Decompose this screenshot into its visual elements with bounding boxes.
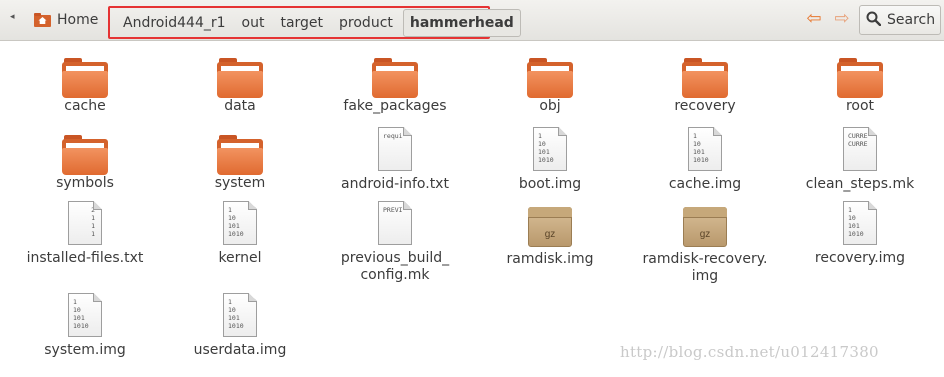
left-arrow-icon[interactable]: ⇦ [804, 9, 824, 29]
binary-file-icon: 1 10 101 1010 [843, 201, 877, 245]
breadcrumb-item[interactable]: product [331, 13, 401, 33]
file-item[interactable]: fake_packages [320, 54, 470, 134]
file-name: system.img [44, 342, 126, 358]
right-arrow-icon[interactable]: ⇨ [832, 9, 852, 29]
watermark: http://blog.csdn.net/u012417380 [620, 343, 879, 361]
file-name: data [224, 98, 256, 114]
file-item[interactable]: PREVI previous_build_ config.mk [320, 201, 470, 285]
file-name: recovery [674, 98, 736, 114]
file-item[interactable]: data [165, 54, 315, 134]
search-icon [866, 11, 882, 30]
breadcrumb-current[interactable]: hammerhead [402, 8, 521, 37]
breadcrumb-item[interactable]: target [272, 13, 331, 33]
path-scroll-left-icon[interactable]: ◂ [10, 12, 15, 22]
file-item[interactable]: symbols [10, 131, 160, 211]
file-name: android-info.txt [341, 176, 449, 192]
breadcrumb-home[interactable]: Home [34, 8, 98, 32]
file-item[interactable]: 2 1 1 1 installed-files.txt [10, 201, 160, 285]
file-name: boot.img [518, 176, 582, 192]
breadcrumb-home-label: Home [57, 12, 99, 28]
file-name: previous_build_ config.mk [340, 250, 450, 283]
file-name: fake_packages [343, 98, 447, 114]
text-file-icon: CURRE CURRE [843, 127, 877, 171]
text-file-icon: requi [378, 127, 412, 171]
file-name: ramdisk.img [506, 251, 594, 267]
file-name: obj [539, 98, 561, 114]
breadcrumb: Android444_r1 out target product hammerh… [108, 6, 521, 39]
folder-icon [837, 58, 883, 98]
binary-file-icon: 1 10 101 1010 [68, 293, 102, 337]
text-file-icon: PREVI [378, 201, 412, 245]
binary-file-icon: 1 10 101 1010 [223, 201, 257, 245]
binary-file-icon: 1 10 101 1010 [223, 293, 257, 337]
file-name: cache.img [668, 176, 742, 192]
file-item[interactable]: requi android-info.txt [320, 127, 470, 211]
file-item[interactable]: 1 10 101 1010 boot.img [475, 127, 625, 211]
file-item[interactable]: gz ramdisk.img [475, 205, 625, 285]
search-label: Search [887, 12, 936, 28]
toolbar: ◂ Home Android444_r1 out target product … [0, 0, 944, 41]
file-name: ramdisk-recovery. img [642, 251, 768, 284]
file-name: clean_steps.mk [805, 176, 915, 192]
folder-icon [217, 58, 263, 98]
folder-icon [62, 135, 108, 175]
file-name: userdata.img [193, 342, 287, 358]
home-folder-icon [34, 13, 51, 27]
file-name: root [845, 98, 875, 114]
file-name: kernel [218, 250, 262, 266]
folder-icon [682, 58, 728, 98]
file-name: symbols [56, 175, 114, 191]
breadcrumb-item[interactable]: Android444_r1 [115, 13, 234, 33]
file-grid: cache data fake_packages obj recovery root sym… [0, 40, 944, 374]
file-item[interactable]: recovery [630, 54, 780, 134]
folder-icon [217, 135, 263, 175]
nav-arrows: ⇦ ⇨ [804, 9, 852, 29]
file-item[interactable]: CURRE CURRE clean_steps.mk [785, 127, 935, 211]
archive-icon: gz [528, 205, 572, 247]
binary-file-icon: 1 10 101 1010 [688, 127, 722, 171]
folder-icon [62, 58, 108, 98]
file-name: recovery.img [814, 250, 906, 266]
file-item[interactable]: 1 10 101 1010 recovery.img [785, 201, 935, 285]
file-item[interactable]: 1 10 101 1010 userdata.img [165, 293, 315, 377]
file-item[interactable]: 1 10 101 1010 system.img [10, 293, 160, 377]
breadcrumb-item[interactable]: out [234, 13, 273, 33]
file-item[interactable]: root [785, 54, 935, 134]
file-item[interactable]: obj [475, 54, 625, 134]
folder-icon [527, 58, 573, 98]
file-item[interactable]: gz ramdisk-recovery. img [630, 205, 780, 285]
folder-icon [372, 58, 418, 98]
binary-file-icon: 1 10 101 1010 [533, 127, 567, 171]
file-item[interactable]: system [165, 131, 315, 211]
file-item[interactable]: 1 10 101 1010 cache.img [630, 127, 780, 211]
file-name: system [214, 175, 266, 191]
file-item[interactable]: cache [10, 54, 160, 134]
text-file-icon: 2 1 1 1 [68, 201, 102, 245]
archive-icon: gz [683, 205, 727, 247]
file-name: installed-files.txt [26, 250, 144, 266]
search-button[interactable]: Search [859, 5, 941, 35]
file-item[interactable]: 1 10 101 1010 kernel [165, 201, 315, 285]
file-name: cache [64, 98, 106, 114]
